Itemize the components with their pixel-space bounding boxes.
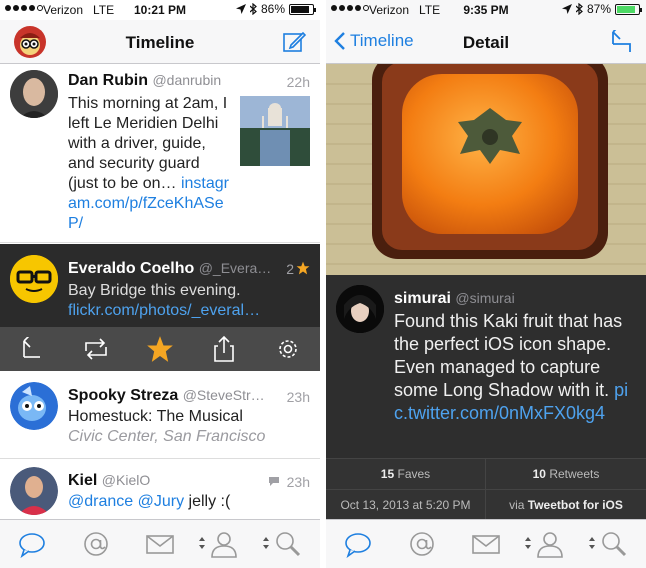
tweet-author[interactable]: Dan Rubin xyxy=(68,72,148,89)
battery-percent: 87% xyxy=(586,2,611,16)
avatar[interactable] xyxy=(10,255,58,303)
avatar[interactable] xyxy=(336,285,384,333)
faves-stat[interactable]: 15 Faves xyxy=(326,458,486,489)
status-bar: Verizon LTE 10:21 PM 86% xyxy=(0,0,320,20)
tweet-author[interactable]: Spooky Streza xyxy=(68,387,178,404)
tweet-handle: @SteveStr… xyxy=(182,387,265,403)
tweet-row-selected[interactable]: Everaldo Coelho @_Evera… 2 Bay Bridge th… xyxy=(0,244,320,327)
retweets-count: 10 xyxy=(532,467,546,481)
tweet-handle: @simurai xyxy=(455,290,515,306)
star-icon xyxy=(296,261,310,275)
tweet-age: 2 xyxy=(286,261,294,277)
retweet-icon[interactable] xyxy=(82,337,110,361)
reply-icon[interactable] xyxy=(610,30,632,54)
mention-link[interactable]: @drance xyxy=(68,493,133,510)
mentions-tab-icon[interactable] xyxy=(80,530,112,558)
account-switcher-icon[interactable] xyxy=(199,536,205,550)
tweet-author[interactable]: Everaldo Coelho xyxy=(68,260,194,277)
conversation-icon xyxy=(269,477,279,486)
profile-tab-icon[interactable] xyxy=(208,530,240,558)
faves-label: Faves xyxy=(397,467,431,481)
tweet-thumbnail[interactable] xyxy=(240,96,310,166)
messages-tab-icon[interactable] xyxy=(470,530,502,558)
tweet-text: Bay Bridge this evening. xyxy=(68,282,241,299)
favorite-icon[interactable] xyxy=(146,335,174,363)
location-icon xyxy=(561,4,572,14)
nav-bar: Timeline xyxy=(0,20,320,64)
tweet-link[interactable]: flickr.com/photos/_everal… xyxy=(68,301,313,321)
tweet-text: jelly :( xyxy=(188,493,231,510)
search-tab-icon[interactable] xyxy=(598,530,630,558)
tweet-handle: @danrubin xyxy=(152,72,222,88)
page-title: Detail xyxy=(462,33,510,52)
retweets-label: Retweets xyxy=(549,467,600,481)
tweet-row[interactable]: Kiel @KielO 23h @drance @Jury jelly :( xyxy=(0,460,320,520)
reply-icon[interactable] xyxy=(20,337,44,361)
tweet-date: Oct 13, 2013 at 5:20 PM xyxy=(326,489,486,520)
compose-icon[interactable] xyxy=(282,30,306,54)
tweet-detail: simurai @simurai Found this Kaki fruit t… xyxy=(326,275,646,458)
nav-bar: Timeline Detail xyxy=(326,20,646,64)
timeline-tab-icon[interactable] xyxy=(16,530,48,558)
tweet-source[interactable]: via Tweetbot for iOS xyxy=(486,489,646,520)
avatar[interactable] xyxy=(10,467,58,515)
tweet-handle: @KielO xyxy=(101,472,151,488)
tab-bar xyxy=(326,519,646,568)
detail-screen: Verizon LTE 9:35 PM 87% Timeline Detail xyxy=(326,0,646,568)
tweet-handle: @_Evera… xyxy=(198,260,272,276)
location-icon xyxy=(235,4,246,14)
battery-icon xyxy=(615,3,642,15)
tweet-author[interactable]: Kiel xyxy=(68,472,97,489)
search-switcher-icon[interactable] xyxy=(263,536,269,550)
avatar[interactable] xyxy=(10,70,58,118)
tab-bar xyxy=(0,519,320,568)
faves-count: 15 xyxy=(380,467,395,481)
timeline-tab-icon[interactable] xyxy=(342,530,374,558)
tweet-age: 23h xyxy=(286,474,310,490)
tweet-row[interactable]: Dan Rubin @danrubin 22h This morning at … xyxy=(0,65,320,243)
retweets-stat[interactable]: 10 Retweets xyxy=(486,458,646,489)
share-icon[interactable] xyxy=(212,335,236,363)
account-switcher-icon[interactable] xyxy=(525,536,531,550)
tweet-text: Found this Kaki fruit that has the perfe… xyxy=(394,311,623,400)
tweet-action-bar xyxy=(0,327,320,371)
mentions-tab-icon[interactable] xyxy=(406,530,438,558)
tweet-row[interactable]: Spooky Streza @SteveStr… 23h Homestuck: … xyxy=(0,371,320,459)
page-title: Timeline xyxy=(125,33,195,52)
tweet-age: 23h xyxy=(286,389,310,405)
tweet-location[interactable]: Civic Center, San Francisco xyxy=(68,427,313,447)
via-label: via xyxy=(509,498,525,512)
timeline-screen: Verizon LTE 10:21 PM 86% Timeline Dan Ru… xyxy=(0,0,320,568)
tweet-text: Homestuck: The Musical xyxy=(68,408,243,425)
messages-tab-icon[interactable] xyxy=(144,530,176,558)
tweet-author[interactable]: simurai xyxy=(394,290,451,307)
profile-tab-icon[interactable] xyxy=(534,530,566,558)
gear-icon[interactable] xyxy=(276,337,300,361)
bluetooth-icon xyxy=(249,3,257,15)
tweet-stats: 15 Faves 10 Retweets Oct 13, 2013 at 5:2… xyxy=(326,458,646,520)
battery-percent: 86% xyxy=(260,2,285,16)
status-bar: Verizon LTE 9:35 PM 87% xyxy=(326,0,646,20)
tweet-photo[interactable] xyxy=(326,64,646,275)
search-tab-icon[interactable] xyxy=(272,530,304,558)
bluetooth-icon xyxy=(575,3,583,15)
via-app: Tweetbot for iOS xyxy=(527,498,623,512)
search-switcher-icon[interactable] xyxy=(589,536,595,550)
avatar[interactable] xyxy=(10,382,58,430)
mention-link[interactable]: @Jury xyxy=(138,493,184,510)
tweet-age: 22h xyxy=(286,74,310,90)
battery-icon xyxy=(289,3,316,15)
